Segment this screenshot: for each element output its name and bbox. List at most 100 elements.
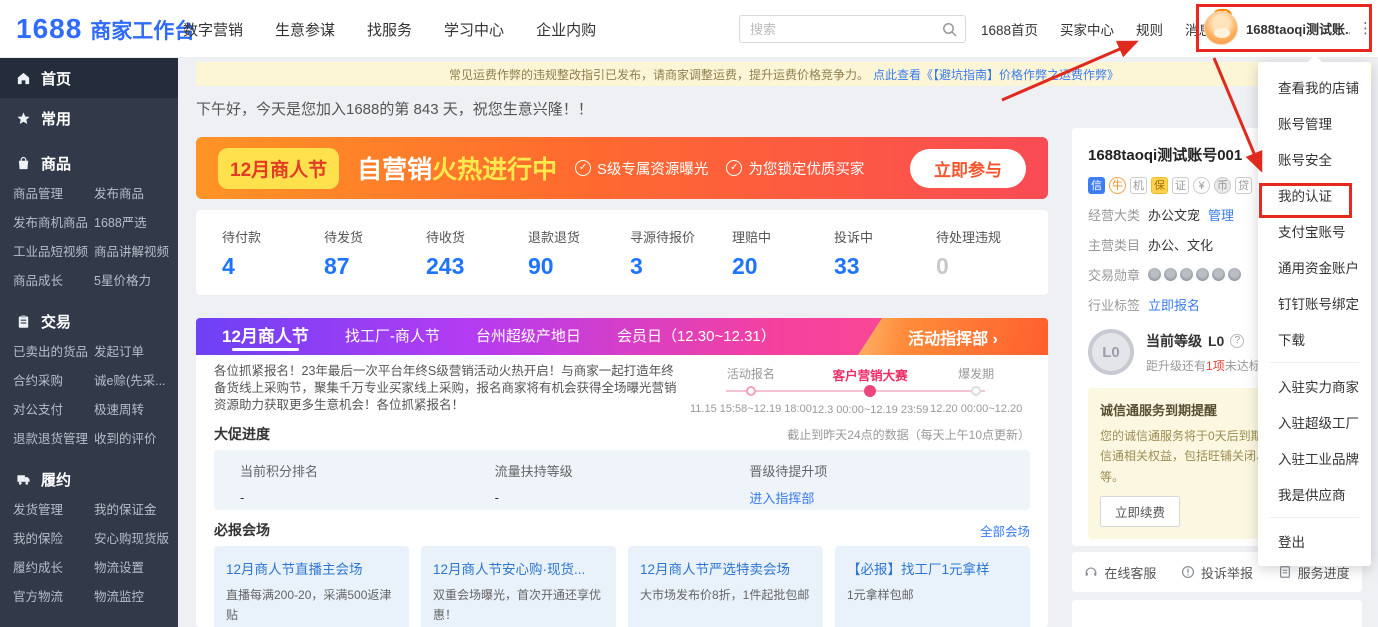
- left-sidebar: 首页 常用 商品 商品管理 发布商品 发布商机商品 1688严选 工业品短视频 …: [0, 58, 178, 627]
- credit-badge-icon[interactable]: 信: [1088, 177, 1105, 194]
- credit-badge-icon[interactable]: ¥: [1193, 177, 1210, 194]
- enter-command-center-link[interactable]: 进入指挥部: [749, 488, 1004, 507]
- sidebar-item-home[interactable]: 首页: [0, 58, 178, 98]
- complaint-report-item[interactable]: 投诉举报: [1181, 563, 1253, 582]
- sidebar-link-5star-price[interactable]: 5星价格力: [94, 267, 178, 296]
- sidebar-link-fast-turnover[interactable]: 极速周转: [94, 396, 178, 425]
- stat-pending-shipment[interactable]: 待发货87: [324, 227, 426, 295]
- sidebar-link-create-order[interactable]: 发起订单: [94, 338, 178, 367]
- credit-badge-icon[interactable]: 证: [1172, 177, 1189, 194]
- signup-now-link[interactable]: 立即报名: [1148, 295, 1200, 314]
- sidebar-link-publish-opportunity[interactable]: 发布商机商品: [13, 209, 94, 238]
- sidebar-link-fulfillment-growth[interactable]: 履约成长: [13, 554, 94, 583]
- check-icon: ✓: [575, 160, 591, 176]
- menu-item-general-fund-account[interactable]: 通用资金账户: [1258, 249, 1371, 285]
- menu-item-logout[interactable]: 登出: [1258, 523, 1371, 559]
- menu-item-join-super-factory[interactable]: 入驻超级工厂: [1258, 404, 1371, 440]
- sidebar-link-product-growth[interactable]: 商品成长: [13, 267, 94, 296]
- venue-card-anxin-spot[interactable]: 12月商人节安心购·现货... 双重会场曝光，首次开通还享优惠！: [421, 546, 616, 627]
- venue-card-one-yuan-sample[interactable]: 【必报】找工厂1元拿样 1元拿样包邮: [835, 546, 1030, 627]
- renew-now-button[interactable]: 立即续费: [1100, 496, 1180, 527]
- promo-banner[interactable]: 12月商人节 自营销火热进行中 ✓ S级专属资源曝光 ✓ 为您锁定优质买家 立即…: [196, 137, 1048, 199]
- sidebar-link-product-explain-video[interactable]: 商品讲解视频: [94, 238, 178, 267]
- tab-december-merchant-festival[interactable]: 12月商人节: [222, 318, 309, 355]
- stats-card: 待付款4 待发货87 待收货243 退款退货90 寻源待报价3 理赔中20 投诉…: [196, 210, 1048, 295]
- credit-badge-icon[interactable]: 保: [1151, 177, 1168, 194]
- sidebar-link-shipping-manage[interactable]: 发货管理: [13, 496, 94, 525]
- menu-item-download[interactable]: 下载: [1258, 321, 1371, 357]
- credit-badge-icon[interactable]: 币: [1214, 177, 1231, 194]
- menu-item-view-my-shop[interactable]: 查看我的店铺: [1258, 69, 1371, 105]
- next-card-cutoff: [1072, 600, 1362, 627]
- headset-icon: [1084, 565, 1098, 579]
- notice-link[interactable]: 点此查看《【避坑指南】价格作弊之运费作弊》: [873, 66, 1119, 83]
- sidebar-link-1688-select[interactable]: 1688严选: [94, 209, 178, 238]
- sidebar-link-logistics-monitor[interactable]: 物流监控: [94, 583, 178, 612]
- sidebar-link-industrial-video[interactable]: 工业品短视频: [13, 238, 94, 267]
- menu-item-alipay-account[interactable]: 支付宝账号: [1258, 213, 1371, 249]
- sidebar-group-shop[interactable]: 旺铺: [0, 620, 178, 627]
- link-rules[interactable]: 规则: [1136, 19, 1163, 39]
- link-1688-home[interactable]: 1688首页: [981, 19, 1038, 39]
- account-button[interactable]: 1688taoqi测试账.. ⋮: [1204, 11, 1373, 45]
- sidebar-link-product-manage[interactable]: 商品管理: [13, 180, 94, 209]
- tab-member-day[interactable]: 会员日（12.30~12.31）: [617, 318, 776, 355]
- document-icon: [1278, 565, 1292, 579]
- tab-taizhou-origin-day[interactable]: 台州超级产地日: [476, 318, 581, 355]
- all-venues-link[interactable]: 全部会场: [980, 521, 1030, 540]
- nav-find-services[interactable]: 找服务: [367, 19, 412, 40]
- sidebar-link-logistics-settings[interactable]: 物流设置: [94, 554, 178, 583]
- stat-pending-receipt[interactable]: 待收货243: [426, 227, 528, 295]
- credit-badge-icon[interactable]: 机: [1130, 177, 1147, 194]
- nav-business-advisor[interactable]: 生意参谋: [275, 19, 335, 40]
- sidebar-link-official-logistics[interactable]: 官方物流: [13, 583, 94, 612]
- sidebar-group-fulfillment[interactable]: 履约: [0, 462, 178, 496]
- menu-item-join-strength-merchant[interactable]: 入驻实力商家: [1258, 368, 1371, 404]
- tab-find-factory[interactable]: 找工厂-商人节: [345, 318, 440, 355]
- stat-refund-return[interactable]: 退款退货90: [528, 227, 630, 295]
- command-center-button[interactable]: 活动指挥部 ›: [858, 318, 1048, 355]
- sidebar-link-my-insurance[interactable]: 我的保险: [13, 525, 94, 554]
- sidebar-link-sold-goods[interactable]: 已卖出的货品: [13, 338, 94, 367]
- menu-item-i-am-supplier[interactable]: 我是供应商: [1258, 476, 1371, 512]
- menu-item-account-management[interactable]: 账号管理: [1258, 105, 1371, 141]
- sidebar-link-anxin-spot[interactable]: 安心购现货版: [94, 525, 178, 554]
- stat-pending-payment[interactable]: 待付款4: [222, 227, 324, 295]
- credit-badge-icon[interactable]: 贷: [1235, 177, 1252, 194]
- online-service-item[interactable]: 在线客服: [1084, 563, 1156, 582]
- sidebar-item-common[interactable]: 常用: [0, 98, 178, 138]
- manage-link[interactable]: 管理: [1208, 205, 1234, 224]
- join-now-button[interactable]: 立即参与: [910, 149, 1026, 188]
- nav-learning-center[interactable]: 学习中心: [444, 19, 504, 40]
- sidebar-link-corporate-pay[interactable]: 对公支付: [13, 396, 94, 425]
- venue-card-select-sale[interactable]: 12月商人节严选特卖会场 大市场发布价8折，1件起批包邮: [628, 546, 823, 627]
- menu-item-join-industrial-brand[interactable]: 入驻工业品牌: [1258, 440, 1371, 476]
- help-icon[interactable]: ?: [1230, 334, 1244, 348]
- menu-item-my-certification[interactable]: 我的认证: [1258, 177, 1371, 213]
- credit-badge-icon[interactable]: 牛: [1109, 177, 1126, 194]
- sidebar-group-trade[interactable]: 交易: [0, 304, 178, 338]
- sidebar-link-received-reviews[interactable]: 收到的评价: [94, 425, 178, 454]
- stat-sourcing-quote[interactable]: 寻源待报价3: [630, 227, 732, 295]
- venue-card-live-main[interactable]: 12月商人节直播主会场 直播每满200-20，采满500返津贴: [214, 546, 409, 627]
- menu-item-account-security[interactable]: 账号安全: [1258, 141, 1371, 177]
- search-icon[interactable]: [942, 22, 958, 38]
- nav-enterprise-purchase[interactable]: 企业内购: [536, 19, 596, 40]
- sidebar-link-contract-purchase[interactable]: 合约采购: [13, 367, 94, 396]
- search-input[interactable]: [740, 16, 965, 42]
- more-dots-icon[interactable]: ⋮: [1358, 19, 1373, 37]
- link-buyer-center[interactable]: 买家中心: [1060, 19, 1114, 39]
- stat-claims[interactable]: 理赔中20: [732, 227, 834, 295]
- sidebar-link-my-deposit[interactable]: 我的保证金: [94, 496, 178, 525]
- sidebar-link-refund-manage[interactable]: 退款退货管理: [13, 425, 94, 454]
- sidebar-group-product[interactable]: 商品: [0, 146, 178, 180]
- sidebar-link-cheng-e-credit[interactable]: 诚e赊(先采...: [94, 367, 178, 396]
- sidebar-link-publish-product[interactable]: 发布商品: [94, 180, 178, 209]
- nav-digital-marketing[interactable]: 数字营销: [183, 19, 243, 40]
- menu-item-dingtalk-binding[interactable]: 钉钉账号绑定: [1258, 285, 1371, 321]
- stat-violations[interactable]: 待处理违规0: [936, 227, 1038, 295]
- stat-complaints[interactable]: 投诉中33: [834, 227, 936, 295]
- sidebar-trade-links: 已卖出的货品 发起订单 合约采购 诚e赊(先采... 对公支付 极速周转 退款退…: [0, 338, 178, 454]
- search-box: [739, 15, 966, 43]
- logo-1688[interactable]: 1688 商家工作台: [16, 13, 195, 45]
